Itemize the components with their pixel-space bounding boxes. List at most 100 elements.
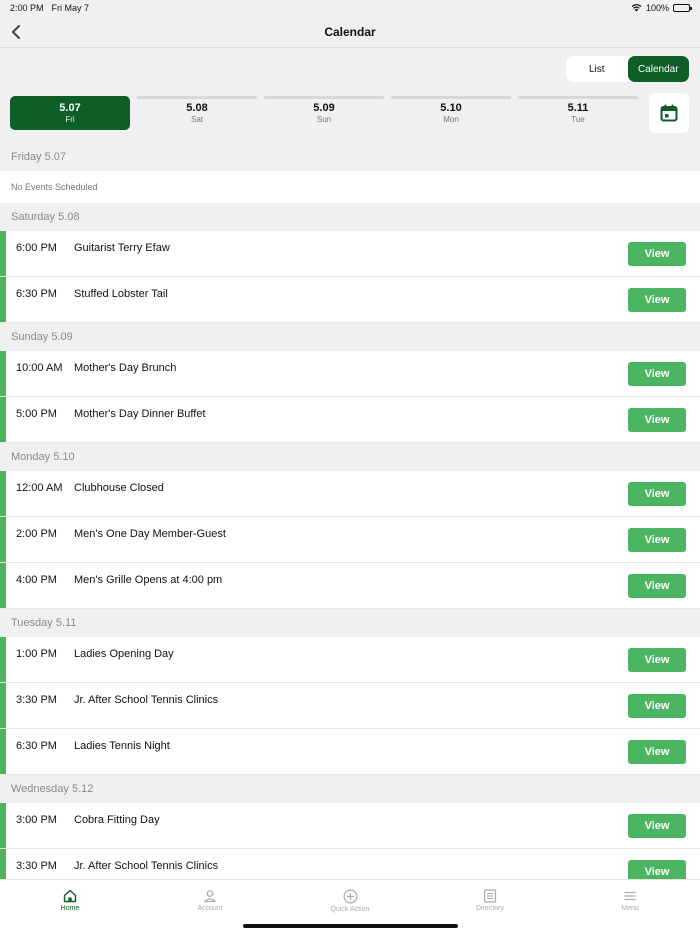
event-time: 6:30 PM <box>16 740 57 752</box>
event-name: Mother's Day Brunch <box>74 362 177 374</box>
event-time: 12:00 AM <box>16 482 63 494</box>
event-row[interactable]: 3:30 PM Jr. After School Tennis Clinics … <box>0 683 700 729</box>
event-name: Cobra Fitting Day <box>74 814 160 826</box>
date-tab-date: 5.07 <box>59 101 81 114</box>
event-time: 3:30 PM <box>16 860 57 872</box>
date-tab-day: Sat <box>190 114 203 124</box>
event-name: Men's One Day Member-Guest <box>74 528 226 540</box>
tab-label: Home <box>60 905 80 912</box>
event-list[interactable]: Friday 5.07 No Events Scheduled Saturday… <box>0 143 700 879</box>
view-button[interactable]: View <box>628 574 686 598</box>
date-tab-5-07[interactable]: 5.07 Fri <box>10 96 130 130</box>
event-name: Ladies Tennis Night <box>74 740 170 752</box>
event-name: Mother's Day Dinner Buffet <box>74 408 206 420</box>
back-button[interactable] <box>6 22 26 42</box>
event-time: 2:00 PM <box>16 528 57 540</box>
event-indicator-bar <box>0 803 6 848</box>
event-row[interactable]: 4:00 PM Men's Grille Opens at 4:00 pm Vi… <box>0 563 700 609</box>
date-tab-date: 5.09 <box>313 101 335 114</box>
status-bar: 2:00 PM Fri May 7 100% <box>0 0 700 16</box>
view-button[interactable]: View <box>628 814 686 838</box>
event-time: 1:00 PM <box>16 648 57 660</box>
page-title: Calendar <box>324 24 376 39</box>
date-tab-day: Fri <box>65 114 75 124</box>
event-time: 3:00 PM <box>16 814 57 826</box>
tab-label: Quick Action <box>330 906 370 913</box>
view-button[interactable]: View <box>628 740 686 764</box>
tab-label: Menu <box>621 905 639 912</box>
event-time: 4:00 PM <box>16 574 57 586</box>
event-indicator-bar <box>0 563 6 608</box>
date-tab-5-09[interactable]: 5.09 Sun <box>264 96 384 130</box>
event-row[interactable]: 6:00 PM Guitarist Terry Efaw View <box>0 231 700 277</box>
view-button[interactable]: View <box>628 288 686 312</box>
date-tab-day: Tue <box>571 114 585 124</box>
no-events-message: No Events Scheduled <box>0 171 700 203</box>
view-button[interactable]: View <box>628 408 686 432</box>
date-tab-date: 5.10 <box>440 101 462 114</box>
event-row[interactable]: 5:00 PM Mother's Day Dinner Buffet View <box>0 397 700 443</box>
tab-label: Account <box>197 905 223 912</box>
event-indicator-bar <box>0 277 6 322</box>
date-tab-date: 5.08 <box>186 101 208 114</box>
event-name: Guitarist Terry Efaw <box>74 242 170 254</box>
view-button[interactable]: View <box>628 860 686 879</box>
event-row[interactable]: 3:30 PM Jr. After School Tennis Clinics … <box>0 849 700 879</box>
event-indicator-bar <box>0 231 6 276</box>
date-tab-date: 5.11 <box>567 101 589 114</box>
view-button[interactable]: View <box>628 694 686 718</box>
event-time: 6:00 PM <box>16 242 57 254</box>
date-tab-5-10[interactable]: 5.10 Mon <box>391 96 511 130</box>
event-time: 5:00 PM <box>16 408 57 420</box>
event-time: 10:00 AM <box>16 362 63 374</box>
event-name: Ladies Opening Day <box>74 648 174 660</box>
home-icon <box>63 889 77 903</box>
date-tab-5-08[interactable]: 5.08 Sat <box>137 96 257 130</box>
event-row[interactable]: 12:00 AM Clubhouse Closed View <box>0 471 700 517</box>
list-view-button[interactable]: List <box>566 56 628 82</box>
calendar-view-button[interactable]: Calendar <box>627 56 689 82</box>
event-indicator-bar <box>0 683 6 728</box>
plus-circle-icon <box>342 889 358 904</box>
event-row[interactable]: 2:00 PM Men's One Day Member-Guest View <box>0 517 700 563</box>
calendar-picker-button[interactable] <box>649 93 689 133</box>
tab-home[interactable]: Home <box>0 880 140 934</box>
event-row[interactable]: 3:00 PM Cobra Fitting Day View <box>0 803 700 849</box>
status-date: Fri May 7 <box>51 3 90 13</box>
event-name: Jr. After School Tennis Clinics <box>74 860 219 872</box>
home-indicator <box>243 924 458 928</box>
view-button[interactable]: View <box>628 648 686 672</box>
event-row[interactable]: 6:30 PM Ladies Tennis Night View <box>0 729 700 775</box>
event-row[interactable]: 10:00 AM Mother's Day Brunch View <box>0 351 700 397</box>
nav-bar: Calendar <box>0 16 700 48</box>
event-time: 3:30 PM <box>16 694 57 706</box>
event-indicator-bar <box>0 351 6 396</box>
menu-icon <box>624 891 636 901</box>
event-row[interactable]: 1:00 PM Ladies Opening Day View <box>0 637 700 683</box>
event-row[interactable]: 6:30 PM Stuffed Lobster Tail View <box>0 277 700 323</box>
section-header: Tuesday 5.11 <box>0 609 700 637</box>
view-button[interactable]: View <box>628 528 686 552</box>
chevron-left-icon <box>12 25 20 39</box>
view-button[interactable]: View <box>628 362 686 386</box>
status-time: 2:00 PM <box>10 3 44 13</box>
date-strip: 5.07 Fri 5.08 Sat 5.09 Sun 5.10 Mon 5.11… <box>10 93 690 136</box>
view-button[interactable]: View <box>628 482 686 506</box>
event-indicator-bar <box>0 729 6 774</box>
view-toggle: List Calendar <box>566 56 689 82</box>
tab-menu[interactable]: Menu <box>560 880 700 934</box>
section-header: Wednesday 5.12 <box>0 775 700 803</box>
event-indicator-bar <box>0 637 6 682</box>
event-indicator-bar <box>0 849 6 879</box>
account-icon <box>204 890 216 903</box>
event-time: 6:30 PM <box>16 288 57 300</box>
event-name: Jr. After School Tennis Clinics <box>74 694 219 706</box>
calendar-icon <box>660 104 678 122</box>
event-indicator-bar <box>0 397 6 442</box>
event-indicator-bar <box>0 517 6 562</box>
battery-icon <box>673 4 692 12</box>
date-tab-5-11[interactable]: 5.11 Tue <box>518 96 638 130</box>
section-header: Monday 5.10 <box>0 443 700 471</box>
tab-label: Directory <box>475 905 504 912</box>
view-button[interactable]: View <box>628 242 686 266</box>
